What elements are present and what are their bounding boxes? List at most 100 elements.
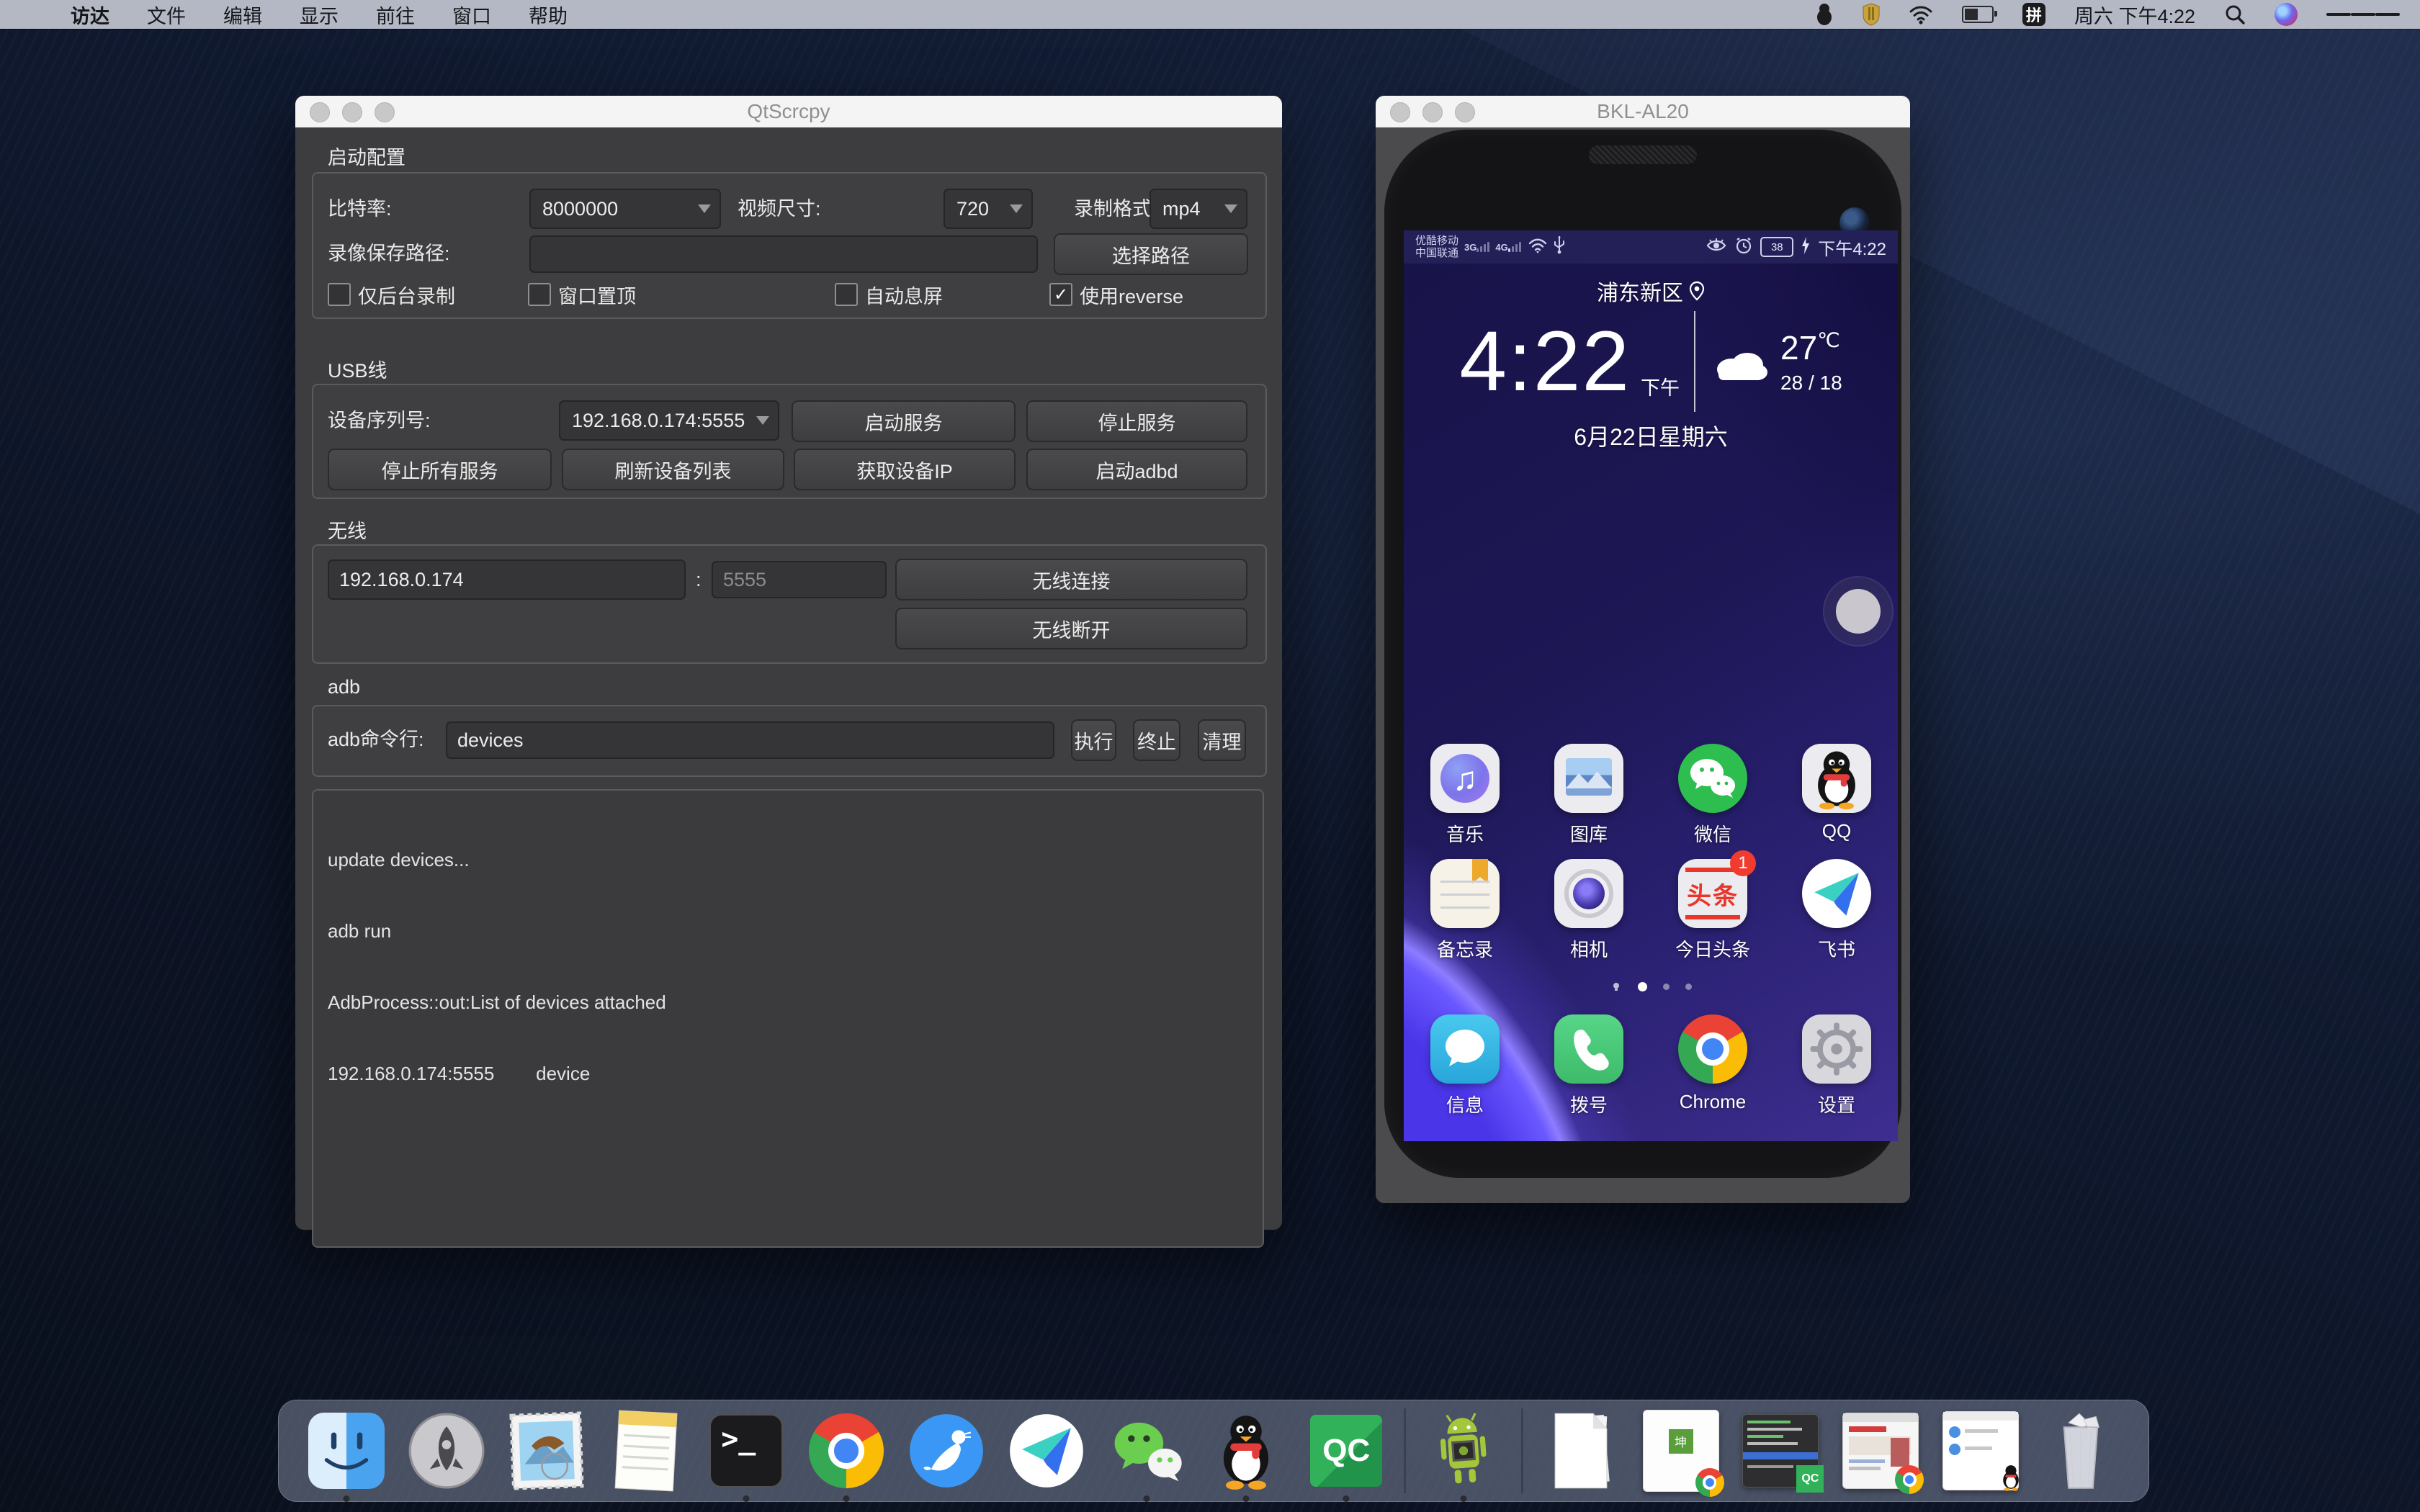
app-qq[interactable]: QQ (1779, 744, 1894, 842)
dock-finder[interactable] (304, 1408, 389, 1493)
app-notes[interactable]: 备忘录 (1407, 859, 1523, 962)
wechat-bubbles-icon (1107, 1413, 1186, 1489)
dock-feishu[interactable] (1004, 1408, 1089, 1493)
app-gallery[interactable]: 图库 (1531, 744, 1646, 847)
menu-go[interactable]: 前往 (376, 1, 415, 29)
record-format-combo[interactable]: mp4 (1150, 189, 1247, 229)
dock-mail[interactable] (504, 1408, 589, 1493)
running-indicator (1460, 1495, 1466, 1502)
wireless-connect-button[interactable]: 无线连接 (895, 559, 1247, 600)
signal-bars-icon (1508, 242, 1521, 252)
checkbox-use-reverse[interactable]: ✓ 使用reverse (1049, 280, 1183, 309)
usb-icon (1553, 236, 1566, 258)
zoom-button[interactable] (1455, 102, 1475, 122)
dock-terminal[interactable]: >_ (704, 1408, 789, 1493)
dock-documents-stack[interactable] (1538, 1408, 1623, 1493)
wireless-ip-input[interactable] (328, 559, 686, 600)
close-button[interactable] (310, 102, 330, 122)
checkbox-auto-screen-off[interactable]: 自动息屏 (835, 280, 943, 309)
dock-qq[interactable] (1204, 1408, 1289, 1493)
stop-all-services-button[interactable]: 停止所有服务 (328, 449, 552, 490)
terminate-button[interactable]: 终止 (1133, 719, 1180, 761)
log-line: adb run (328, 919, 1248, 943)
network-3g-label: 3G (1464, 242, 1476, 253)
clear-button[interactable]: 清理 (1198, 719, 1246, 761)
checkbox-box[interactable] (528, 283, 551, 306)
dock-minimized-window-green[interactable]: 坤 (1639, 1408, 1724, 1493)
checkbox-background-record[interactable]: 仅后台录制 (328, 280, 455, 309)
clock-weather-widget[interactable]: 浦东新区 4:22 下午 27℃ 28 / 18 (1449, 275, 1852, 452)
qq-penguin-icon[interactable] (1815, 3, 1834, 26)
execute-button[interactable]: 执行 (1071, 719, 1116, 761)
start-service-button[interactable]: 启动服务 (792, 400, 1016, 442)
app-wechat[interactable]: 微信 (1655, 744, 1770, 847)
choose-path-button[interactable]: 选择路径 (1054, 233, 1248, 275)
app-music[interactable]: ♫ 音乐 (1407, 744, 1523, 847)
dock-android-scrcpy[interactable] (1421, 1408, 1506, 1493)
minimize-button[interactable] (1422, 102, 1443, 122)
bitrate-combo[interactable]: 8000000 (529, 189, 721, 229)
dock-minimized-window-web[interactable] (1838, 1408, 1923, 1493)
checkbox-box[interactable] (328, 283, 351, 306)
app-toutiao[interactable]: 头条 1 今日头条 (1655, 859, 1770, 962)
close-button[interactable] (1390, 102, 1410, 122)
app-feishu[interactable]: 飞书 (1779, 859, 1894, 962)
serial-combo[interactable]: 192.168.0.174:5555 (559, 400, 779, 441)
checkbox-box-checked[interactable]: ✓ (1049, 283, 1072, 306)
minimize-button[interactable] (342, 102, 362, 122)
video-size-combo[interactable]: 720 (944, 189, 1033, 229)
siri-icon[interactable] (2275, 3, 2298, 26)
app-dialer[interactable]: 拨号 (1531, 1014, 1646, 1117)
assistive-touch-ball[interactable] (1836, 589, 1881, 634)
dock-minimized-window-code[interactable]: QC (1738, 1408, 1823, 1493)
dock-trash[interactable] (2038, 1408, 2123, 1493)
menu-edit[interactable]: 编辑 (223, 1, 262, 29)
get-device-ip-button[interactable]: 获取设备IP (794, 449, 1016, 490)
dock-chrome[interactable] (804, 1408, 889, 1493)
dock-sea-lion-app[interactable] (904, 1408, 989, 1493)
dock-separator (1521, 1408, 1523, 1493)
zoom-button[interactable] (375, 102, 395, 122)
page-dot (1685, 984, 1692, 990)
security-shield-icon[interactable] (1863, 3, 1880, 26)
dock-wechat[interactable] (1104, 1408, 1189, 1493)
record-path-input[interactable] (529, 235, 1038, 273)
stop-service-button[interactable]: 停止服务 (1026, 400, 1247, 442)
battery-icon[interactable] (1962, 6, 1994, 23)
checkbox-box[interactable] (835, 283, 858, 306)
menu-view[interactable]: 显示 (300, 1, 339, 29)
search-icon[interactable] (2224, 4, 2246, 25)
menu-app-name[interactable]: 访达 (71, 1, 109, 29)
adb-log-output[interactable]: update devices... adb run AdbProcess::ou… (312, 789, 1264, 1248)
dock-qtcreator[interactable]: QC (1304, 1408, 1389, 1493)
wifi-icon[interactable] (1909, 4, 1933, 24)
app-settings[interactable]: 设置 (1779, 1014, 1894, 1117)
mail-stamp-icon (508, 1410, 586, 1492)
wireless-port-input[interactable] (712, 561, 887, 598)
phone-screen[interactable]: 优酷移动 中国联通 3G 4G (1404, 230, 1898, 1141)
input-method-icon[interactable]: 拼 (2022, 3, 2045, 26)
dock-launchpad[interactable] (404, 1408, 489, 1493)
log-line: update devices... (328, 848, 1248, 872)
minimized-window-thumbnail (1942, 1411, 2019, 1490)
dock-minimized-window-chat[interactable] (1938, 1408, 2023, 1493)
qtscrcpy-titlebar[interactable]: QtScrcpy (295, 96, 1282, 128)
wireless-disconnect-button[interactable]: 无线断开 (895, 608, 1247, 649)
menu-help[interactable]: 帮助 (529, 1, 568, 29)
notification-center-icon[interactable] (2326, 9, 2400, 19)
phone-titlebar[interactable]: BKL-AL20 (1376, 96, 1910, 128)
app-messages[interactable]: 信息 (1407, 1014, 1523, 1117)
home-bulb-icon (1610, 981, 1622, 992)
menu-file[interactable]: 文件 (147, 1, 186, 29)
menu-clock[interactable]: 周六 下午4:22 (2074, 1, 2195, 29)
adb-command-input[interactable] (446, 721, 1054, 759)
notepad-icon (1430, 859, 1500, 928)
alarm-clock-icon (1734, 236, 1753, 258)
start-adbd-button[interactable]: 启动adbd (1026, 449, 1247, 490)
app-chrome[interactable]: Chrome (1655, 1014, 1770, 1113)
dock-notes[interactable] (604, 1408, 689, 1493)
checkbox-window-on-top[interactable]: 窗口置顶 (528, 280, 636, 309)
refresh-devices-button[interactable]: 刷新设备列表 (562, 449, 784, 490)
app-camera[interactable]: 相机 (1531, 859, 1646, 962)
menu-window[interactable]: 窗口 (452, 1, 491, 29)
